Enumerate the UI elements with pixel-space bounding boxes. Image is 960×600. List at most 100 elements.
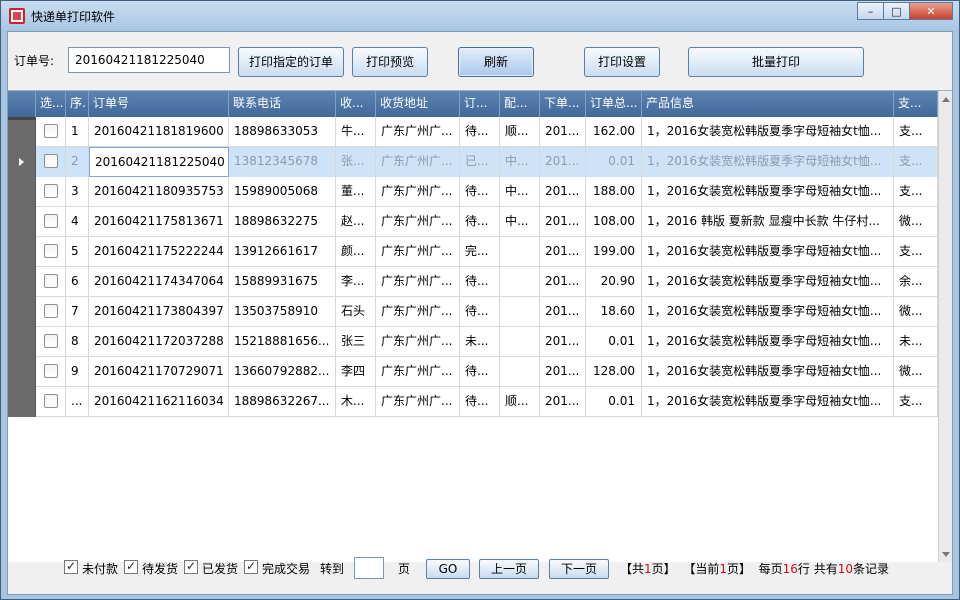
- row-header[interactable]: [8, 357, 36, 387]
- header-shipping[interactable]: 配...: [500, 91, 540, 117]
- row-header[interactable]: [8, 147, 36, 177]
- table-row-selected[interactable]: 2 20160421181225040 13812345678 张... 广东广…: [8, 147, 938, 177]
- maximize-icon[interactable]: □: [883, 2, 909, 20]
- print-specified-button[interactable]: 打印指定的订单: [238, 47, 344, 77]
- row-header[interactable]: [8, 207, 36, 237]
- table-row[interactable]: 7 20160421173804397 13503758910 石头 广东广州广…: [8, 297, 938, 327]
- print-preview-button[interactable]: 打印预览: [352, 47, 428, 77]
- row-checkbox-cell[interactable]: [36, 177, 66, 207]
- row-header[interactable]: [8, 297, 36, 327]
- cell-shipping: [500, 297, 540, 327]
- row-checkbox-cell[interactable]: [36, 117, 66, 147]
- row-header[interactable]: [8, 387, 36, 417]
- cell-seq: ...: [66, 387, 89, 417]
- cell-shipping: [500, 237, 540, 267]
- refresh-button[interactable]: 刷新: [458, 47, 534, 77]
- goto-page-input[interactable]: [354, 557, 384, 579]
- row-checkbox[interactable]: [44, 303, 58, 318]
- filter-shipped-checkbox[interactable]: ✓: [184, 560, 198, 574]
- header-receiver[interactable]: 收...: [336, 91, 376, 117]
- table-row[interactable]: 4 20160421175813671 18898632275 赵... 广东广…: [8, 207, 938, 237]
- header-address[interactable]: 收货地址: [376, 91, 460, 117]
- cell-total: 0.01: [586, 147, 642, 177]
- next-page-button[interactable]: 下一页: [549, 559, 609, 579]
- row-header[interactable]: [8, 177, 36, 207]
- cell-shipping: 中...: [500, 207, 540, 237]
- row-checkbox[interactable]: [44, 363, 58, 378]
- row-checkbox-cell[interactable]: [36, 327, 66, 357]
- rows-per-page: 16: [782, 562, 798, 576]
- table-row[interactable]: 1 20160421181819600 18898633053 牛... 广东广…: [8, 117, 938, 147]
- row-header[interactable]: [8, 267, 36, 297]
- row-checkbox-cell[interactable]: [36, 387, 66, 417]
- header-payment[interactable]: 支...: [894, 91, 938, 117]
- cell-payment: 未...: [894, 327, 938, 357]
- header-order-no[interactable]: 订单号: [89, 91, 229, 117]
- row-checkbox-cell[interactable]: [36, 297, 66, 327]
- table-row[interactable]: 5 20160421175222244 13912661617 颜... 广东广…: [8, 237, 938, 267]
- cell-seq: 6: [66, 267, 89, 297]
- cell-status: 待...: [460, 357, 500, 387]
- header-total[interactable]: 订单总...: [586, 91, 642, 117]
- batch-print-button[interactable]: 批量打印: [688, 47, 864, 77]
- cell-total: 18.60: [586, 297, 642, 327]
- header-seq[interactable]: 序.: [66, 91, 89, 117]
- filter-unpaid-checkbox[interactable]: ✓: [64, 560, 78, 574]
- filter-shipped-label: 已发货: [202, 562, 239, 576]
- go-button[interactable]: GO: [426, 559, 470, 579]
- row-checkbox[interactable]: [44, 183, 58, 198]
- header-product[interactable]: 产品信息: [642, 91, 894, 117]
- print-settings-button[interactable]: 打印设置: [584, 47, 660, 77]
- table-row[interactable]: ... 20160421162116034 18898632267... 木..…: [8, 387, 938, 417]
- minimize-icon[interactable]: –: [857, 2, 883, 20]
- filter-pending-checkbox[interactable]: ✓: [124, 560, 138, 574]
- row-checkbox-cell[interactable]: [36, 207, 66, 237]
- row-header[interactable]: [8, 117, 36, 147]
- cell-order-no: 20160421181819600: [89, 117, 229, 147]
- cell-product: 1，2016女装宽松韩版夏季字母短袖女t恤...: [642, 147, 894, 177]
- row-header[interactable]: [8, 327, 36, 357]
- row-checkbox-cell[interactable]: [36, 267, 66, 297]
- header-phone[interactable]: 联系电话: [229, 91, 336, 117]
- row-checkbox[interactable]: [44, 273, 58, 288]
- row-checkbox[interactable]: [44, 393, 58, 408]
- cell-status: 待...: [460, 267, 500, 297]
- row-checkbox-cell[interactable]: [36, 237, 66, 267]
- cell-order-date: 201...: [540, 207, 586, 237]
- row-checkbox[interactable]: [44, 243, 58, 258]
- row-checkbox-cell[interactable]: [36, 357, 66, 387]
- cell-shipping: [500, 327, 540, 357]
- cell-product: 1，2016女装宽松韩版夏季字母短袖女t恤...: [642, 327, 894, 357]
- vertical-scrollbar[interactable]: [938, 91, 952, 562]
- row-checkbox[interactable]: [44, 213, 58, 228]
- filter-done-checkbox[interactable]: ✓: [244, 560, 258, 574]
- row-header[interactable]: [8, 237, 36, 267]
- header-select[interactable]: 选...: [36, 91, 66, 117]
- cell-payment: 微...: [894, 297, 938, 327]
- cell-order-date: 201...: [540, 357, 586, 387]
- row-checkbox-cell[interactable]: [36, 147, 66, 177]
- table-row[interactable]: 3 20160421180935753 15989005068 董... 广东广…: [8, 177, 938, 207]
- page-info: 【共1页】 【当前1页】 每页16行 共有10条记录: [620, 562, 890, 576]
- close-icon[interactable]: ✕: [909, 2, 953, 20]
- header-order-date[interactable]: 下单...: [540, 91, 586, 117]
- row-checkbox[interactable]: [44, 153, 58, 168]
- window-controls: – □ ✕: [857, 2, 953, 20]
- order-input[interactable]: [68, 47, 230, 73]
- cell-address: 广东广州广...: [376, 297, 460, 327]
- row-checkbox[interactable]: [44, 333, 58, 348]
- row-checkbox[interactable]: [44, 123, 58, 138]
- cell-phone: 18898632275: [229, 207, 336, 237]
- scroll-up-icon[interactable]: [942, 97, 950, 102]
- table-row[interactable]: 9 20160421170729071 13660792882... 李四 广东…: [8, 357, 938, 387]
- table-row[interactable]: 8 20160421172037288 15218881656... 张三 广东…: [8, 327, 938, 357]
- table-row[interactable]: 6 20160421174347064 15889931675 李... 广东广…: [8, 267, 938, 297]
- header-status[interactable]: 订...: [460, 91, 500, 117]
- cell-receiver: 木...: [336, 387, 376, 417]
- cell-receiver: 颜...: [336, 237, 376, 267]
- cell-phone: 15989005068: [229, 177, 336, 207]
- cell-status: 待...: [460, 297, 500, 327]
- cell-order-no[interactable]: 20160421181225040: [89, 147, 229, 177]
- cell-order-date: 201...: [540, 117, 586, 147]
- prev-page-button[interactable]: 上一页: [479, 559, 539, 579]
